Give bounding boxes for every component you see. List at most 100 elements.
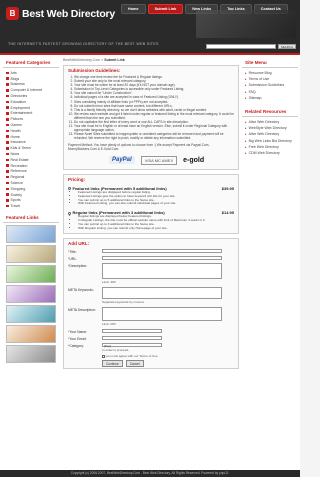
site-menu-link-label: Terms of Use (248, 77, 270, 82)
bullet-icon (6, 152, 9, 156)
bullet-icon (6, 112, 9, 115)
site-menu-link[interactable]: ▸ Sitemap (242, 95, 298, 101)
pricing-option: Regular links (Permanent with 3 addition… (64, 208, 238, 233)
title-input[interactable] (102, 248, 222, 254)
bullet-icon (6, 77, 9, 80)
category-label: Kids & Teens (10, 146, 31, 151)
bullet-icon (6, 175, 9, 179)
header: B Best Web Directory THE INTERNET'S FAST… (0, 0, 300, 53)
site-menu-link-label: FAQ (248, 89, 256, 94)
guidelines-list: We charge one time review fee for Featur… (64, 75, 238, 141)
related-resources-list: ▸ Alive Web Directory ▸ WebStyle Web Direct… (242, 119, 298, 156)
breadcrumb-home[interactable]: BestWebDirectory.Com » (63, 58, 103, 62)
right-sidebar: Site Menu ▸ Resource Blog ▸ Terms of Use ▸ Su… (242, 58, 298, 156)
category-label: Games (10, 123, 22, 128)
bullet-icon (6, 170, 9, 173)
category-label: Computer & Internet (10, 88, 43, 93)
search-input[interactable] (206, 44, 276, 49)
bullet-icon (6, 147, 9, 150)
featured-thumbnail[interactable] (6, 345, 56, 364)
logo[interactable]: B Best Web Directory (6, 7, 115, 20)
featured-categories-title: Featured Categories (3, 58, 59, 68)
bullet-icon (6, 141, 9, 144)
main-content: BestWebDirectory.Com » Submit Link Submi… (63, 58, 239, 373)
featured-links: Featured Links (3, 213, 59, 364)
bullet-icon (6, 164, 9, 167)
meta-description-label: META Description: (68, 307, 96, 312)
site-menu-link-label: Sitemap (248, 95, 262, 100)
guideline-item: Please Note! Sites submitted to inapprop… (74, 132, 234, 140)
meta-description-textarea[interactable] (102, 306, 222, 321)
category-label: Science (10, 181, 23, 186)
featured-thumbnail[interactable] (6, 265, 56, 284)
url-input[interactable] (102, 255, 222, 261)
category-link[interactable]: Travel (3, 203, 59, 209)
guideline-item: We review each website and get it listed… (74, 112, 234, 120)
category-label: Arts (10, 70, 17, 75)
search-button[interactable]: SEARCH (278, 44, 296, 49)
pricing-options: Featured links (Permanent with 5 additio… (64, 184, 238, 233)
guideline-item: Your site must be in English or at least… (74, 124, 234, 132)
pricing-title: Pricing: (68, 176, 86, 182)
your-name-row: *Your Name: (64, 328, 238, 335)
featured-thumbnail[interactable] (6, 305, 56, 324)
guidelines-title: Submission Guidelines: (68, 68, 121, 73)
category-label: Insurance (10, 140, 26, 145)
continue-button[interactable]: Continue (102, 360, 123, 368)
bullet-icon (6, 158, 9, 162)
pricing-price: $14.95 (221, 210, 234, 216)
bullet-icon (6, 71, 9, 75)
description-row: *Description: Limit: 400 (64, 262, 238, 286)
logo-mark: B (6, 7, 19, 20)
terms-text: you must agree with our Terms of Use. (105, 354, 159, 359)
related-resource-link-label: Alive Web Directory (248, 120, 280, 125)
category-label: Home (10, 134, 20, 139)
add-url-form: Add URL: *Title: *URL: *Description: Lim… (63, 237, 239, 370)
category-label: Category: (69, 343, 85, 348)
category-label: Entertainment (10, 111, 33, 116)
nav-home[interactable]: Home (121, 4, 146, 14)
featured-thumbnail[interactable] (6, 325, 56, 344)
breadcrumb: BestWebDirectory.Com » Submit Link (63, 58, 239, 62)
meta-keywords-hint: Separate keywords by comma. (102, 299, 145, 304)
site-menu-link-label: Submission Guidelines (248, 83, 285, 88)
cancel-button[interactable]: Cancel (125, 360, 144, 368)
nav-submit-link[interactable]: Submit Link (147, 4, 184, 14)
your-name-input[interactable] (102, 328, 162, 334)
description-textarea[interactable] (102, 262, 222, 279)
meta-description-limit: Limit: 250 (102, 321, 116, 326)
your-email-input[interactable] (102, 335, 162, 341)
footer: Copyright (c) 2006-2007, BestWebDirector… (0, 470, 300, 477)
related-resource-link-label: WebStyle Web Directory (248, 126, 287, 131)
arrow-icon: ▸ (245, 132, 247, 137)
tagline: THE INTERNET'S FASTEST GROWING DIRECTORY… (8, 42, 159, 46)
category-label: Travel (10, 204, 21, 209)
featured-thumbnail[interactable] (6, 225, 56, 244)
bullet-icon (6, 100, 9, 104)
page: B Best Web Directory THE INTERNET'S FAST… (0, 0, 300, 477)
category-label: Directories (10, 94, 28, 99)
bullet-icon (6, 135, 9, 138)
bullet-icon (6, 83, 9, 86)
category-label: Regional (10, 175, 25, 180)
logo-text: Best Web Directory (22, 7, 116, 20)
bullet-icon (6, 94, 9, 98)
category-label: Business (10, 82, 25, 87)
arrow-icon: ▸ (245, 77, 247, 82)
bullet-icon (6, 118, 9, 121)
related-resources: Related Resources ▸ Alive Web Directory ▸ W… (242, 107, 298, 156)
title-row: *Title: (64, 248, 238, 255)
bullet-icon (6, 199, 9, 202)
meta-keywords-textarea[interactable] (102, 286, 222, 299)
category-label: Real Estate (10, 157, 29, 162)
terms-checkbox[interactable] (102, 355, 105, 358)
pricing-price: $39.95 (221, 185, 234, 191)
arrow-icon: ▸ (245, 126, 247, 131)
featured-thumbnail[interactable] (6, 285, 56, 304)
arrow-icon: ▸ (245, 71, 247, 76)
pricing-box: Pricing: Featured links (Permanent with … (63, 173, 239, 234)
your-email-row: *Your Email: (64, 335, 238, 342)
related-resource-link[interactable]: ▸ CDM Web Directory (242, 150, 298, 156)
featured-thumbnail[interactable] (6, 245, 56, 264)
egold-logo: e-gold (183, 156, 205, 164)
